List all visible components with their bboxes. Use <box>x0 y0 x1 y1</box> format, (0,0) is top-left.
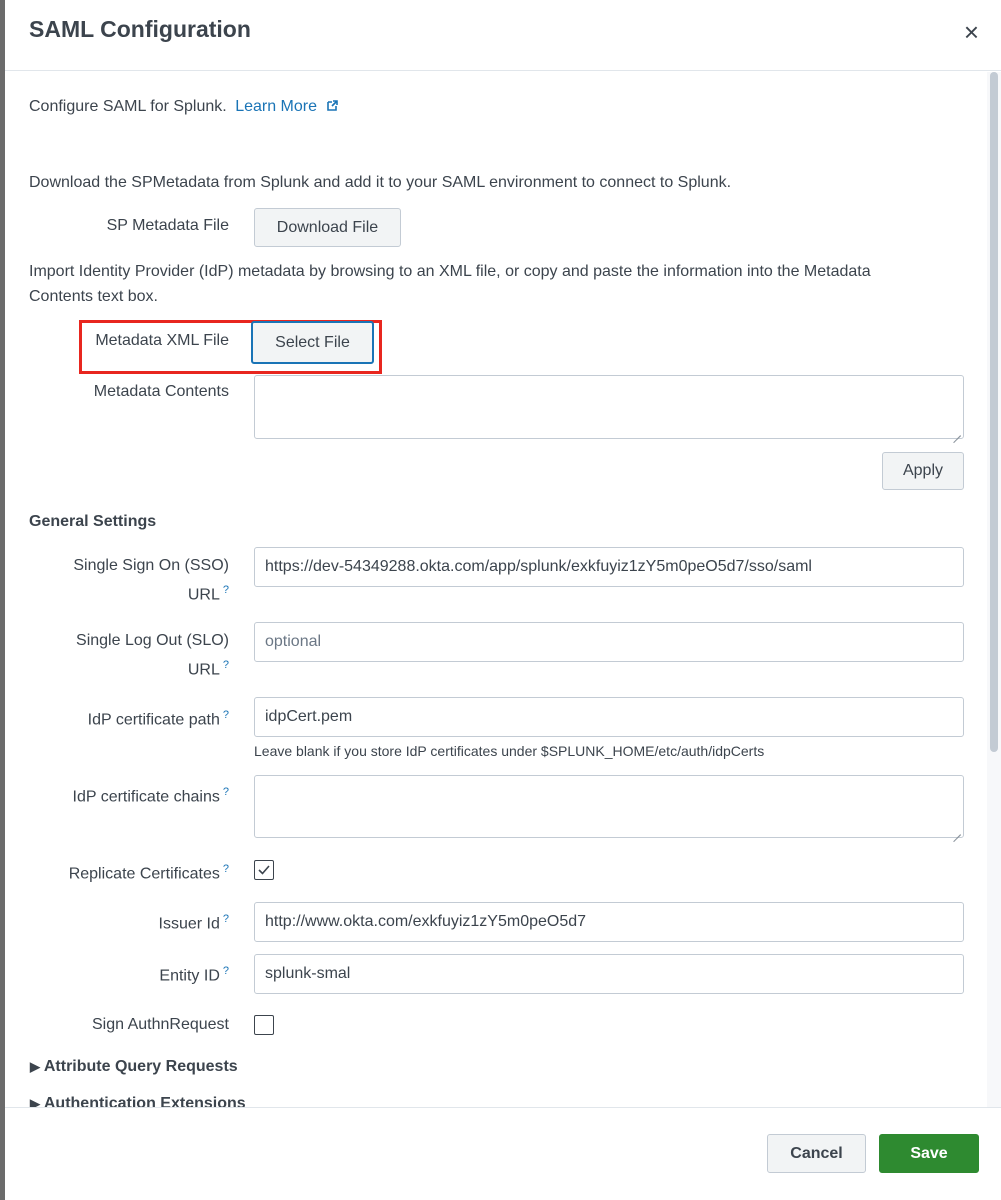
scrollbar[interactable] <box>987 72 1001 1107</box>
slo-label-line2: URL <box>187 661 220 679</box>
select-file-button[interactable]: Select File <box>251 321 374 364</box>
cert-path-label-text: IdP certificate path <box>87 711 220 729</box>
close-icon[interactable]: × <box>964 18 979 46</box>
apply-button[interactable]: Apply <box>882 452 964 490</box>
cert-path-input[interactable]: idpCert.pem <box>254 697 964 737</box>
learn-more-label: Learn More <box>235 98 318 115</box>
modal-body: Configure SAML for Splunk. Learn More Do… <box>5 72 1001 1107</box>
replicate-certificates-label: Replicate Certificates? <box>29 857 229 886</box>
intro-text: Configure SAML for Splunk. Learn More <box>29 98 339 116</box>
slo-url-input[interactable]: optional <box>254 622 964 662</box>
idp-import-description-line1: Import Identity Provider (IdP) metadata … <box>29 263 871 280</box>
scroll-thumb[interactable] <box>990 72 998 752</box>
sp-metadata-label: SP Metadata File <box>106 217 229 234</box>
sso-url-input[interactable]: https://dev-54349288.okta.com/app/splunk… <box>254 547 964 587</box>
help-icon[interactable]: ? <box>223 584 229 596</box>
help-icon[interactable]: ? <box>223 863 229 875</box>
sign-authn-label: Sign AuthnRequest <box>92 1016 229 1033</box>
replicate-certificates-checkbox[interactable] <box>254 860 274 880</box>
idp-import-description-line2: Contents text box. <box>29 288 158 305</box>
general-settings-heading: General Settings <box>29 513 157 530</box>
sp-metadata-description: Download the SPMetadata from Splunk and … <box>29 174 732 191</box>
entity-label-text: Entity ID <box>159 967 220 985</box>
issuer-label-text: Issuer Id <box>158 915 220 933</box>
metadata-contents-label: Metadata Contents <box>93 383 229 400</box>
attribute-query-label: Attribute Query Requests <box>43 1058 238 1075</box>
entity-id-label: Entity ID? <box>29 959 229 988</box>
learn-more-link[interactable]: Learn More <box>235 98 339 115</box>
replicate-label-text: Replicate Certificates <box>68 865 220 883</box>
resize-handle-icon[interactable] <box>953 827 961 835</box>
modal-title: SAML Configuration <box>29 16 251 42</box>
attribute-query-toggle[interactable]: ▶ Attribute Query Requests <box>30 1058 238 1076</box>
sso-label-line1: Single Sign On (SSO) <box>73 557 229 574</box>
help-icon[interactable]: ? <box>223 659 229 671</box>
issuer-id-label: Issuer Id? <box>29 907 229 936</box>
issuer-id-input[interactable]: http://www.okta.com/exkfuyiz1zY5m0peO5d7 <box>254 902 964 942</box>
external-link-icon <box>327 100 339 111</box>
help-icon[interactable]: ? <box>223 913 229 925</box>
modal-header: SAML Configuration × <box>5 0 1001 71</box>
sso-url-label: Single Sign On (SSO) URL? <box>29 553 229 607</box>
cert-chains-label: IdP certificate chains? <box>29 780 229 809</box>
cert-path-hint: Leave blank if you store IdP certificate… <box>254 743 765 759</box>
metadata-xml-label: Metadata XML File <box>95 332 229 349</box>
help-icon[interactable]: ? <box>223 965 229 977</box>
help-icon[interactable]: ? <box>223 786 229 798</box>
cancel-button[interactable]: Cancel <box>767 1134 866 1173</box>
resize-handle-icon[interactable] <box>953 428 961 436</box>
intro-description: Configure SAML for Splunk. <box>29 98 227 115</box>
triangle-right-icon: ▶ <box>30 1096 40 1107</box>
modal-footer: Cancel Save <box>5 1107 1001 1200</box>
slo-url-label: Single Log Out (SLO) URL? <box>29 628 229 682</box>
entity-id-input[interactable]: splunk-smal <box>254 954 964 994</box>
slo-label-line1: Single Log Out (SLO) <box>76 632 229 649</box>
cert-path-label: IdP certificate path? <box>29 703 229 732</box>
cert-chains-label-text: IdP certificate chains <box>72 788 220 806</box>
cert-chains-textarea[interactable] <box>254 775 964 838</box>
sso-label-line2: URL <box>187 586 220 604</box>
sign-authn-checkbox[interactable] <box>254 1015 274 1035</box>
help-icon[interactable]: ? <box>223 709 229 721</box>
saml-configuration-modal: SAML Configuration × Configure SAML for … <box>5 0 1001 1200</box>
metadata-contents-textarea[interactable] <box>254 375 964 439</box>
download-file-button[interactable]: Download File <box>254 208 401 247</box>
save-button[interactable]: Save <box>879 1134 979 1173</box>
checkmark-icon <box>258 865 270 875</box>
auth-extensions-toggle[interactable]: ▶ Authentication Extensions <box>30 1095 246 1107</box>
auth-extensions-label: Authentication Extensions <box>43 1095 246 1107</box>
triangle-right-icon: ▶ <box>30 1059 40 1074</box>
